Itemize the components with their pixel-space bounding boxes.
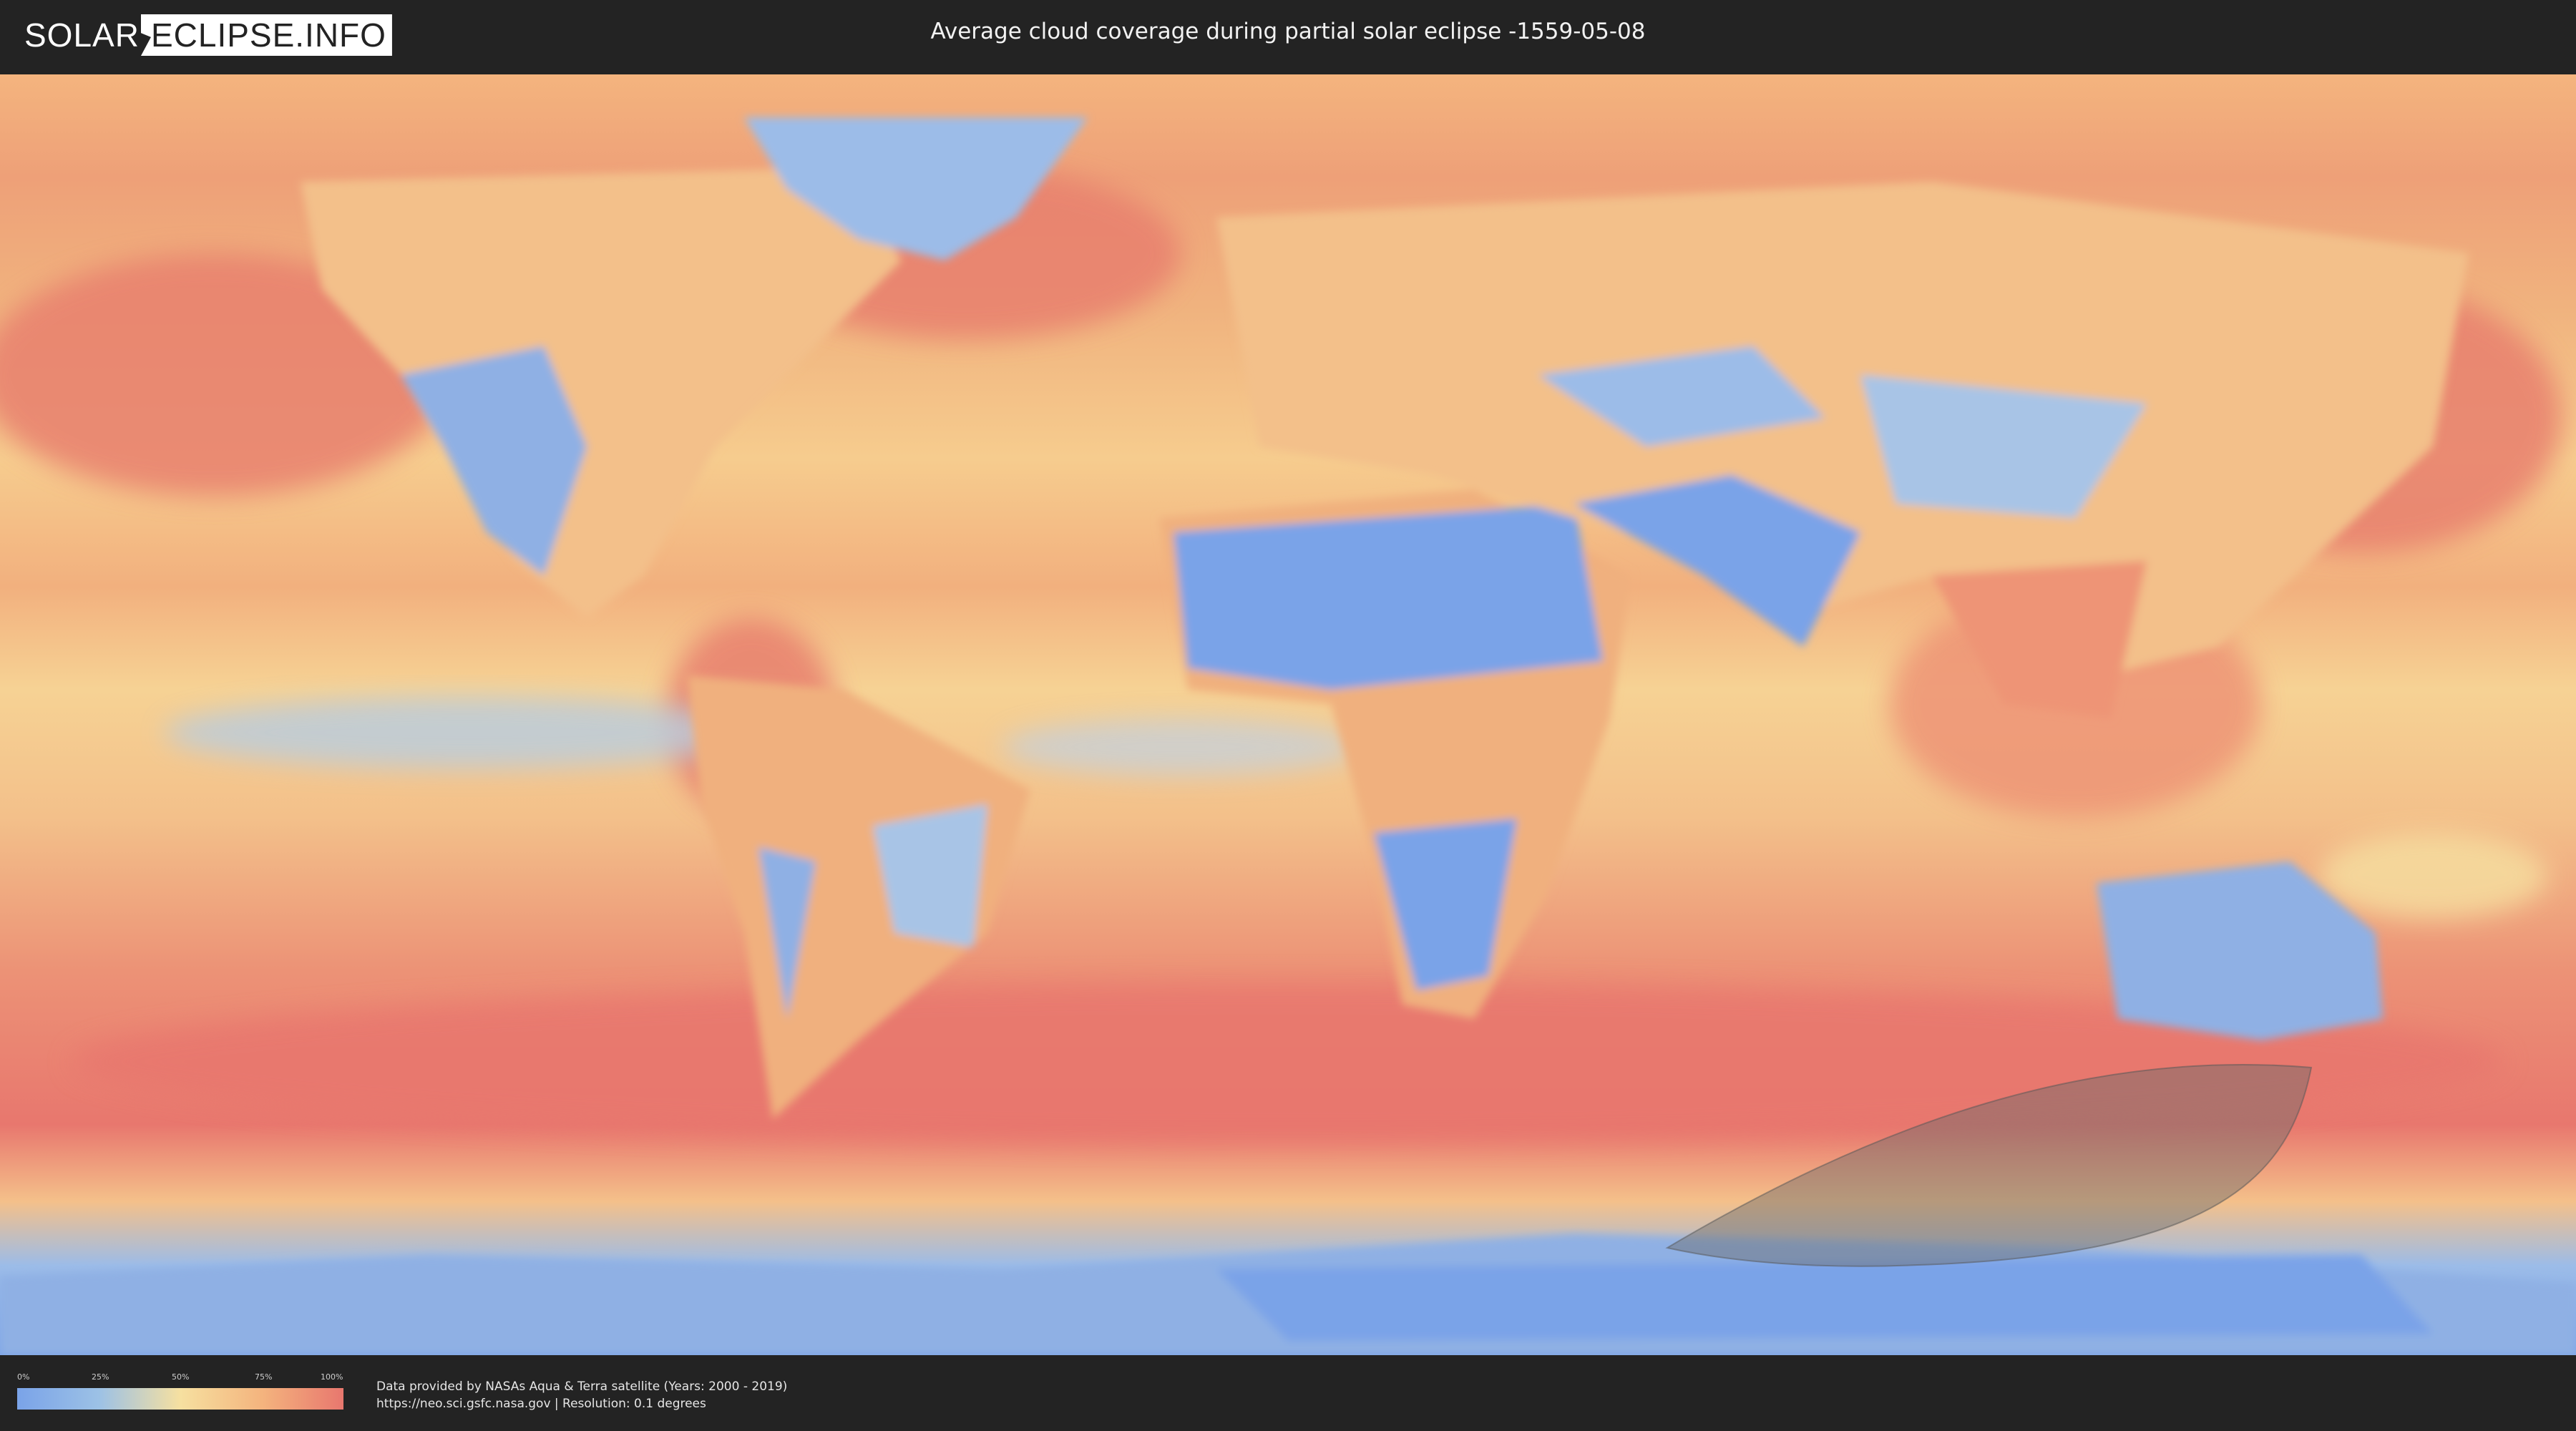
legend-tick-50: 50%: [172, 1372, 190, 1382]
legend-tick-0: 0%: [17, 1372, 30, 1382]
cloud-coverage-map[interactable]: [0, 74, 2576, 1355]
legend-tick-75: 75%: [255, 1372, 273, 1382]
page-title: Average cloud coverage during partial so…: [930, 19, 1646, 44]
cloud-coverage-legend: 0% 25% 50% 75% 100%: [17, 1372, 343, 1415]
credits-line-1: Data provided by NASAs Aqua & Terra sate…: [376, 1379, 788, 1394]
legend-ticks: 0% 25% 50% 75% 100%: [17, 1372, 343, 1385]
legend-tick-100: 100%: [321, 1372, 343, 1382]
map-svg: [0, 74, 2576, 1355]
data-credits: Data provided by NASAs Aqua & Terra sate…: [376, 1378, 787, 1412]
header-bar: SOLAR ECLIPSE.INFO Average cloud coverag…: [0, 0, 2576, 72]
legend-tick-25: 25%: [92, 1372, 109, 1382]
footer-bar: 0% 25% 50% 75% 100% Data provided by NAS…: [0, 1358, 2576, 1431]
credits-line-2[interactable]: https://neo.sci.gsfc.nasa.gov | Resoluti…: [376, 1395, 787, 1412]
legend-color-bar: [17, 1388, 343, 1410]
